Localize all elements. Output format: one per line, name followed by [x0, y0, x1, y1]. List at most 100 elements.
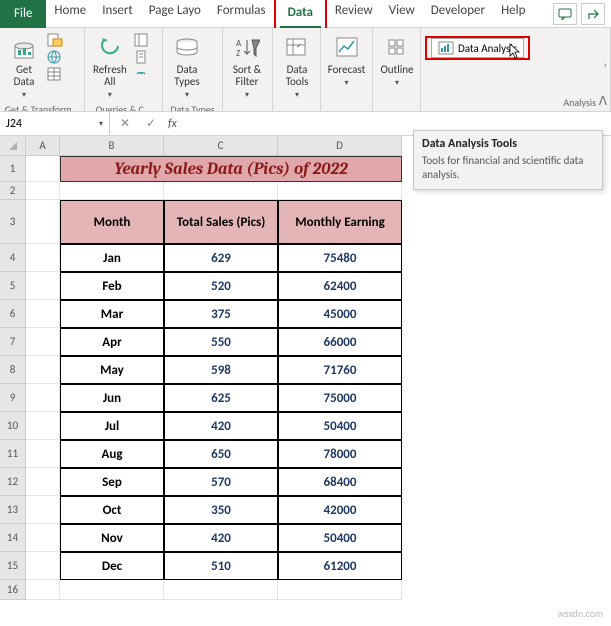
- get-data-button[interactable]: Get Data ▾: [4, 32, 44, 102]
- sort-filter-button[interactable]: AZ Sort & Filter ▾: [227, 32, 267, 102]
- table-cell[interactable]: 625: [164, 384, 278, 412]
- row-header-2[interactable]: 2: [0, 182, 26, 200]
- cell[interactable]: [26, 300, 60, 328]
- cancel-formula-button[interactable]: ✕: [116, 116, 134, 131]
- comments-button[interactable]: [553, 3, 577, 25]
- table-cell[interactable]: 629: [164, 244, 278, 272]
- enter-formula-button[interactable]: ✓: [142, 116, 160, 131]
- cell[interactable]: [164, 580, 278, 600]
- cell[interactable]: [26, 272, 60, 300]
- tab-page-layout[interactable]: Page Layo: [141, 0, 209, 26]
- table-cell[interactable]: 510: [164, 552, 278, 580]
- row-header-10[interactable]: 10: [0, 412, 26, 440]
- table-cell[interactable]: Oct: [60, 496, 164, 524]
- queries-icon[interactable]: [133, 32, 151, 48]
- data-analysis-button[interactable]: Data Analysis: [431, 38, 524, 58]
- tab-review[interactable]: Review: [327, 0, 381, 26]
- col-header-A[interactable]: A: [26, 136, 60, 156]
- cell[interactable]: [26, 412, 60, 440]
- refresh-all-button[interactable]: Refresh All ▾: [89, 32, 131, 102]
- cell[interactable]: [26, 156, 60, 182]
- table-title[interactable]: Yearly Sales Data (Pics) of 2022: [60, 156, 402, 182]
- cell[interactable]: [26, 356, 60, 384]
- table-cell[interactable]: 570: [164, 468, 278, 496]
- row-header-13[interactable]: 13: [0, 496, 26, 524]
- table-cell[interactable]: 50400: [278, 524, 402, 552]
- table-cell[interactable]: 550: [164, 328, 278, 356]
- cell[interactable]: [26, 244, 60, 272]
- table-cell[interactable]: 350: [164, 496, 278, 524]
- edit-links-icon[interactable]: [133, 66, 151, 82]
- cell[interactable]: [26, 384, 60, 412]
- row-header-11[interactable]: 11: [0, 440, 26, 468]
- cell[interactable]: [26, 468, 60, 496]
- table-cell[interactable]: Aug: [60, 440, 164, 468]
- table-cell[interactable]: 75000: [278, 384, 402, 412]
- col-header-C[interactable]: C: [164, 136, 278, 156]
- row-header-4[interactable]: 4: [0, 244, 26, 272]
- table-cell[interactable]: Dec: [60, 552, 164, 580]
- table-cell[interactable]: May: [60, 356, 164, 384]
- table-cell[interactable]: Nov: [60, 524, 164, 552]
- tab-data[interactable]: Data: [280, 0, 321, 28]
- table-cell[interactable]: 520: [164, 272, 278, 300]
- tab-view[interactable]: View: [381, 0, 423, 26]
- cells-area[interactable]: Yearly Sales Data (Pics) of 2022 MonthTot…: [26, 156, 402, 600]
- cell[interactable]: [26, 552, 60, 580]
- ribbon-expand-icon[interactable]: ›: [604, 58, 607, 71]
- table-cell[interactable]: 45000: [278, 300, 402, 328]
- table-cell[interactable]: Mar: [60, 300, 164, 328]
- tab-help[interactable]: Help: [493, 0, 533, 26]
- table-header[interactable]: Monthly Earning: [278, 200, 402, 244]
- table-cell[interactable]: 375: [164, 300, 278, 328]
- data-types-button[interactable]: Data Types ▾: [167, 32, 207, 102]
- row-header-6[interactable]: 6: [0, 300, 26, 328]
- table-cell[interactable]: 71760: [278, 356, 402, 384]
- table-cell[interactable]: 61200: [278, 552, 402, 580]
- row-header-7[interactable]: 7: [0, 328, 26, 356]
- table-cell[interactable]: 420: [164, 412, 278, 440]
- cell[interactable]: [26, 580, 60, 600]
- table-header[interactable]: Total Sales (Pics): [164, 200, 278, 244]
- table-cell[interactable]: Jun: [60, 384, 164, 412]
- share-button[interactable]: [581, 3, 605, 25]
- table-cell[interactable]: 78000: [278, 440, 402, 468]
- fx-button[interactable]: fx: [168, 117, 177, 131]
- row-header-15[interactable]: 15: [0, 552, 26, 580]
- cell[interactable]: [278, 580, 402, 600]
- cell[interactable]: [26, 524, 60, 552]
- table-cell[interactable]: 66000: [278, 328, 402, 356]
- properties-icon[interactable]: [133, 49, 151, 65]
- cell[interactable]: [26, 200, 60, 244]
- table-cell[interactable]: 75480: [278, 244, 402, 272]
- outline-button[interactable]: Outline ▾: [377, 32, 417, 90]
- cell[interactable]: [278, 182, 402, 200]
- row-header-8[interactable]: 8: [0, 356, 26, 384]
- table-cell[interactable]: 42000: [278, 496, 402, 524]
- tab-developer[interactable]: Developer: [423, 0, 493, 26]
- table-cell[interactable]: 50400: [278, 412, 402, 440]
- row-header-5[interactable]: 5: [0, 272, 26, 300]
- select-all-corner[interactable]: [0, 136, 26, 156]
- table-cell[interactable]: 598: [164, 356, 278, 384]
- table-header[interactable]: Month: [60, 200, 164, 244]
- file-tab[interactable]: File: [0, 0, 46, 28]
- col-header-D[interactable]: D: [278, 136, 402, 156]
- table-cell[interactable]: Jan: [60, 244, 164, 272]
- cell[interactable]: [26, 440, 60, 468]
- cell[interactable]: [26, 496, 60, 524]
- from-table-icon[interactable]: [46, 66, 64, 82]
- row-header-9[interactable]: 9: [0, 384, 26, 412]
- table-cell[interactable]: Apr: [60, 328, 164, 356]
- name-box[interactable]: J24 ▾: [0, 112, 110, 135]
- row-header-3[interactable]: 3: [0, 200, 26, 244]
- table-cell[interactable]: Sep: [60, 468, 164, 496]
- table-cell[interactable]: 62400: [278, 272, 402, 300]
- row-header-12[interactable]: 12: [0, 468, 26, 496]
- cell[interactable]: [60, 182, 164, 200]
- row-header-1[interactable]: 1: [0, 156, 26, 182]
- ribbon-collapse-button[interactable]: ᐱ: [599, 94, 607, 109]
- tab-home[interactable]: Home: [46, 0, 94, 26]
- row-header-14[interactable]: 14: [0, 524, 26, 552]
- cell[interactable]: [26, 182, 60, 200]
